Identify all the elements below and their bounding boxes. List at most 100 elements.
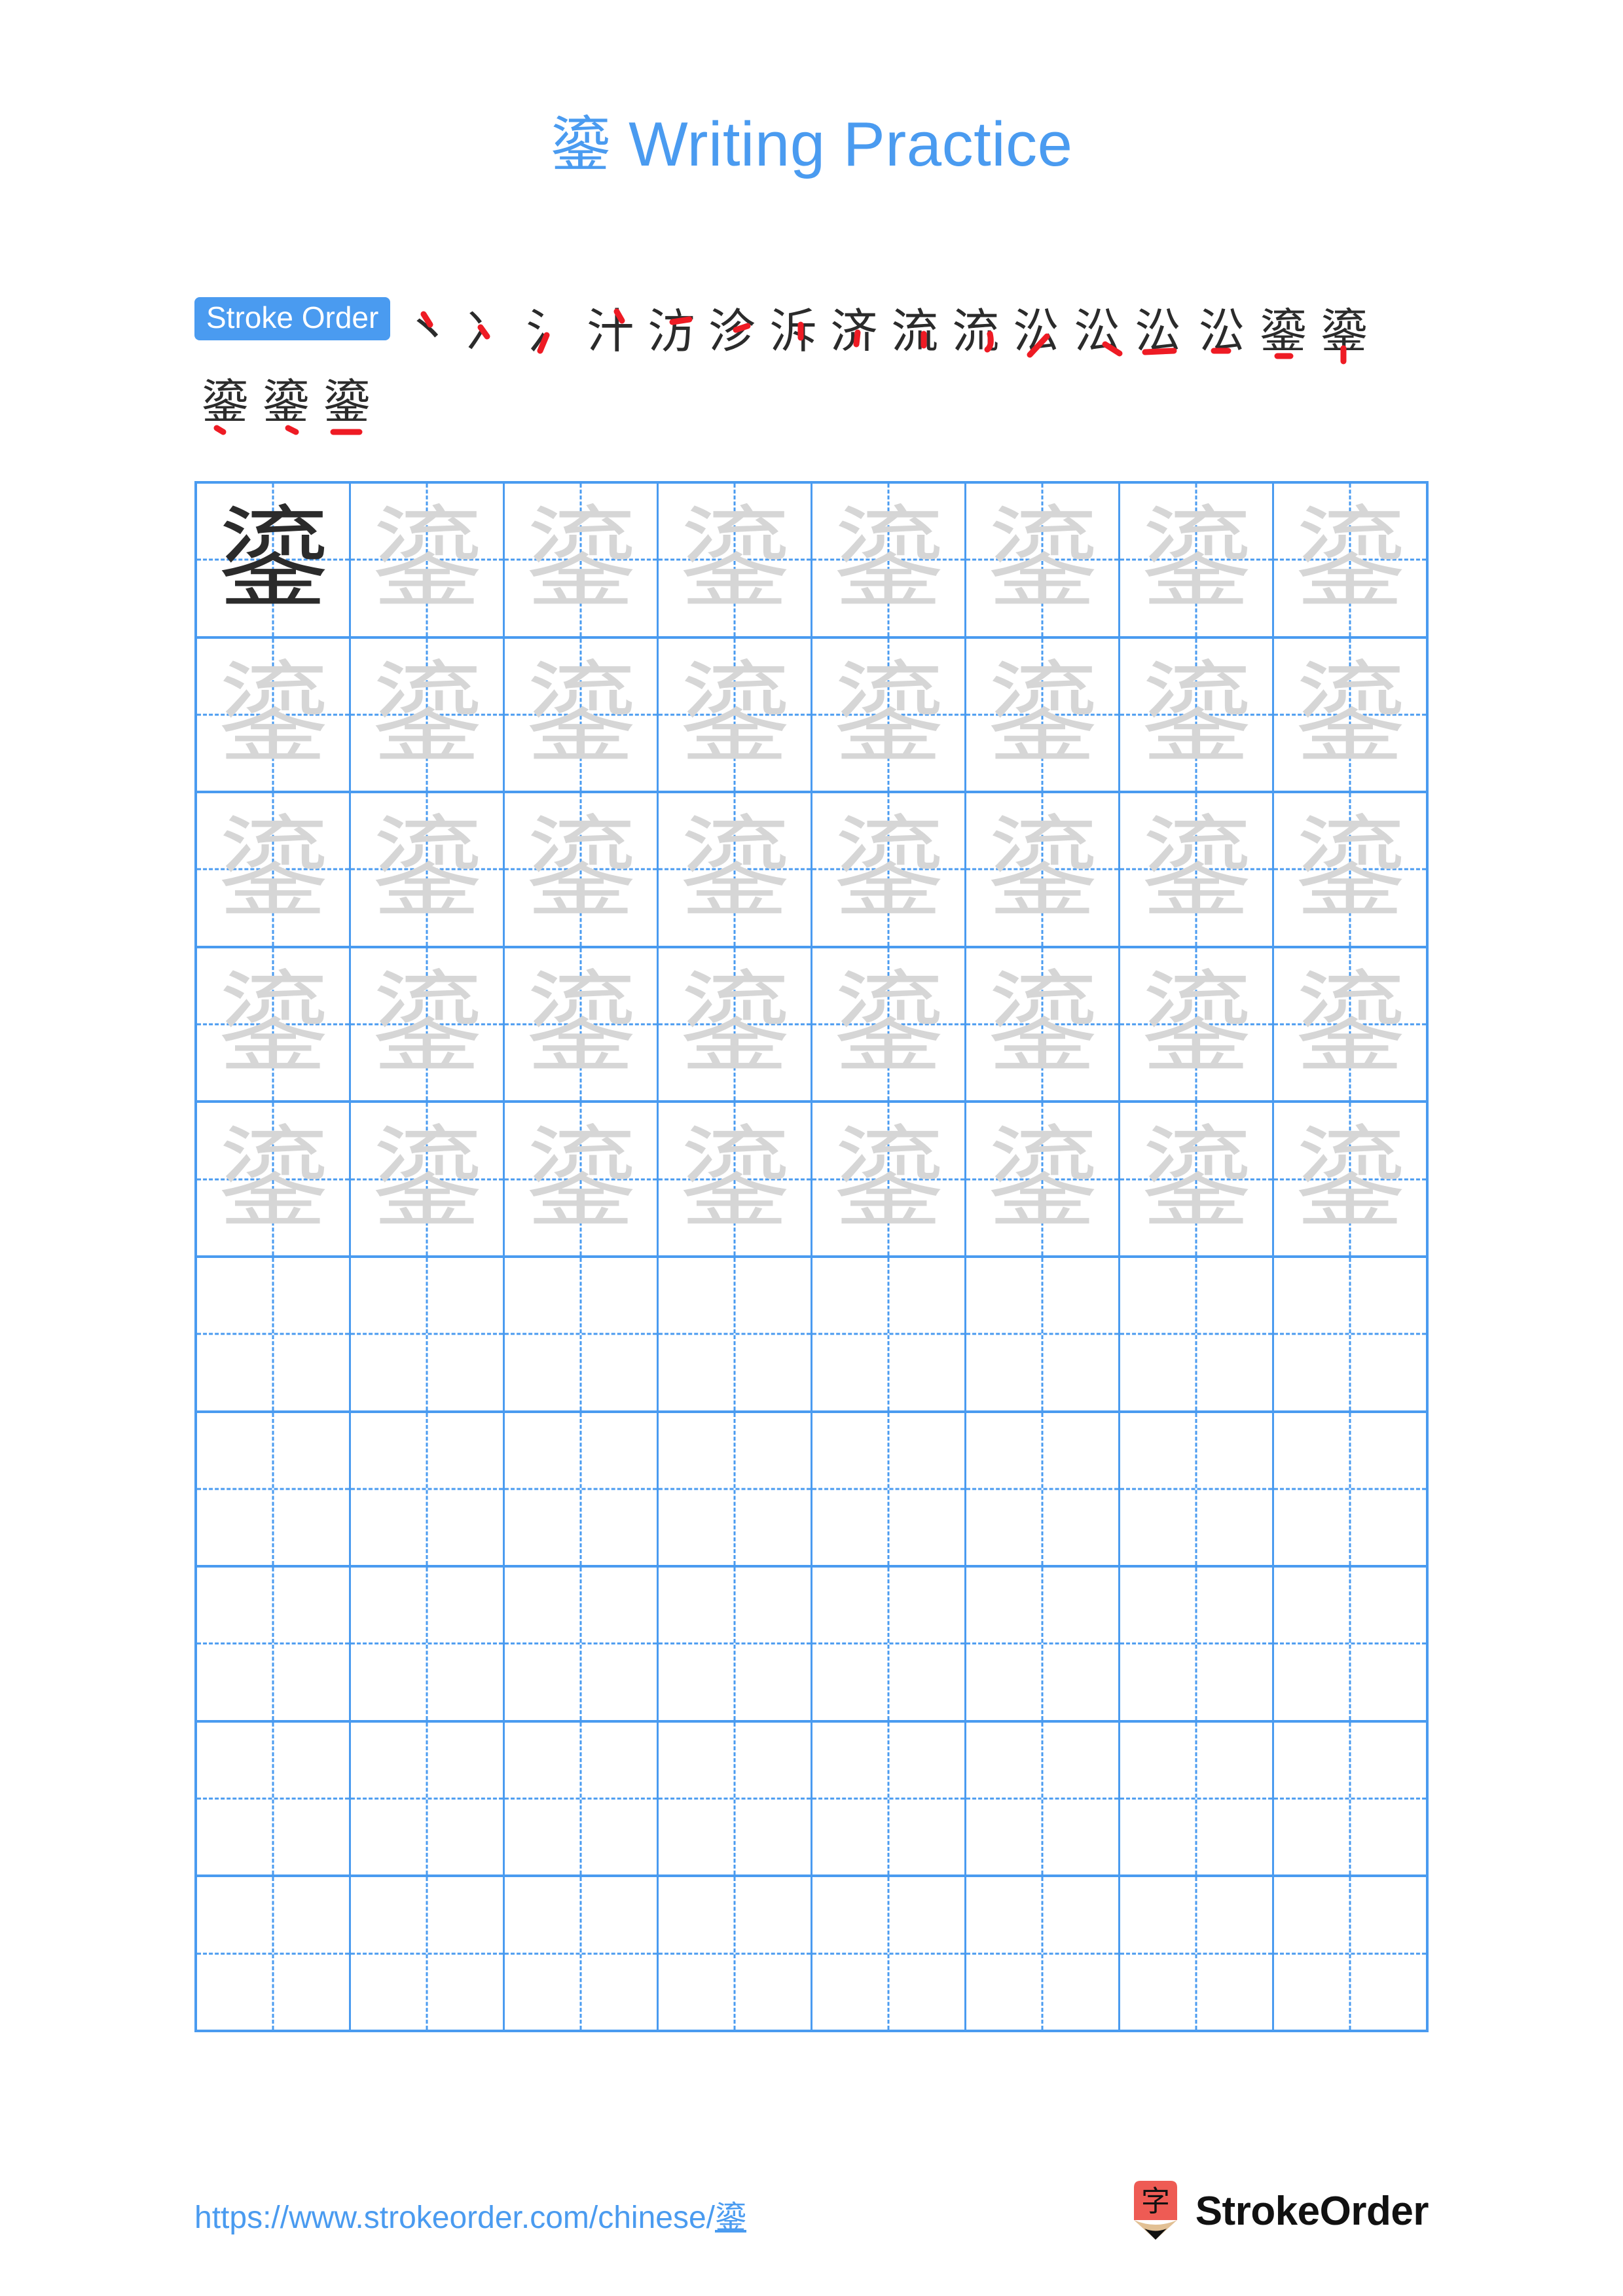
practice-cell[interactable]: 鎏 (1120, 948, 1274, 1101)
practice-cell[interactable]: 鎏 (505, 638, 659, 791)
trace-character: 鎏 (986, 1114, 1098, 1244)
practice-cell[interactable] (197, 1722, 351, 1875)
stroke-order-step-glyph: 鎏 (323, 374, 371, 429)
practice-cell[interactable] (1274, 1722, 1426, 1875)
practice-cell[interactable]: 鎏 (197, 638, 351, 791)
stroke-order-step: 鎏 (1252, 296, 1313, 367)
practice-cell[interactable]: 鎏 (659, 793, 812, 946)
practice-cell[interactable]: 鎏 (351, 948, 505, 1101)
practice-cell[interactable] (1274, 1568, 1426, 1720)
practice-cell[interactable]: 鎏 (1274, 793, 1426, 946)
practice-cell[interactable] (966, 1412, 1120, 1566)
trace-character: 鎏 (986, 804, 1098, 935)
practice-cell[interactable] (1120, 1568, 1274, 1720)
practice-cell[interactable] (812, 1568, 966, 1720)
practice-cell[interactable]: 鎏 (351, 793, 505, 946)
practice-cell[interactable] (505, 1877, 659, 2030)
practice-cell[interactable] (505, 1568, 659, 1720)
practice-cell[interactable] (659, 1412, 812, 1566)
practice-cell[interactable] (1120, 1412, 1274, 1566)
stroke-order-step: 丶 (397, 296, 458, 367)
practice-cell[interactable]: 鎏 (1274, 484, 1426, 636)
practice-cell[interactable] (812, 1257, 966, 1410)
practice-cell[interactable]: 鎏 (812, 638, 966, 791)
practice-cell[interactable]: 鎏 (1120, 1103, 1274, 1255)
practice-cell[interactable]: 鎏 (1120, 793, 1274, 946)
practice-cell[interactable] (659, 1257, 812, 1410)
practice-cell[interactable]: 鎏 (505, 484, 659, 636)
practice-cell[interactable]: 鎏 (812, 1103, 966, 1255)
practice-cell[interactable] (505, 1412, 659, 1566)
practice-cell[interactable] (659, 1722, 812, 1875)
practice-cell[interactable] (1120, 1257, 1274, 1410)
practice-cell[interactable] (659, 1877, 812, 2030)
practice-cell[interactable]: 鎏 (505, 948, 659, 1101)
practice-cell[interactable]: 鎏 (812, 484, 966, 636)
practice-cell[interactable] (966, 1722, 1120, 1875)
trace-character: 鎏 (1140, 649, 1252, 780)
practice-cell[interactable] (351, 1722, 505, 1875)
practice-cell[interactable] (351, 1568, 505, 1720)
practice-cell[interactable]: 鎏 (1274, 948, 1426, 1101)
stroke-order-badge: Stroke Order (194, 297, 391, 340)
practice-cell[interactable]: 鎏 (197, 1103, 351, 1255)
practice-cell[interactable] (197, 1568, 351, 1720)
practice-cell[interactable] (505, 1257, 659, 1410)
cell-horizontal-guide (197, 1642, 349, 1645)
practice-cell[interactable] (812, 1877, 966, 2030)
practice-cell[interactable]: 鎏 (966, 638, 1120, 791)
practice-cell[interactable]: 鎏 (1120, 484, 1274, 636)
practice-cell[interactable]: 鎏 (812, 793, 966, 946)
stroke-order-step-glyph: 㳂 (1013, 304, 1061, 359)
practice-cell[interactable] (1274, 1877, 1426, 2030)
stroke-order-step-glyph: 济 (830, 304, 878, 359)
practice-cell[interactable]: 鎏 (966, 484, 1120, 636)
practice-cell[interactable] (1120, 1877, 1274, 2030)
practice-cell[interactable] (197, 1877, 351, 2030)
practice-cell[interactable]: 鎏 (351, 1103, 505, 1255)
practice-cell[interactable] (812, 1412, 966, 1566)
practice-cell[interactable] (505, 1722, 659, 1875)
practice-cell[interactable]: 鎏 (659, 1103, 812, 1255)
practice-cell[interactable]: 鎏 (966, 1103, 1120, 1255)
trace-character: 鎏 (678, 649, 790, 780)
practice-cell[interactable] (197, 1412, 351, 1566)
practice-cell[interactable]: 鎏 (197, 484, 351, 636)
practice-cell[interactable]: 鎏 (1120, 638, 1274, 791)
cell-horizontal-guide (1274, 1797, 1426, 1800)
practice-cell[interactable]: 鎏 (966, 948, 1120, 1101)
practice-cell[interactable]: 鎏 (966, 793, 1120, 946)
practice-cell[interactable]: 鎏 (812, 948, 966, 1101)
practice-cell[interactable] (197, 1257, 351, 1410)
practice-cell[interactable] (351, 1257, 505, 1410)
practice-cell[interactable] (966, 1568, 1120, 1720)
practice-grid-row: 鎏鎏鎏鎏鎏鎏鎏鎏 (197, 793, 1426, 948)
practice-cell[interactable] (966, 1877, 1120, 2030)
practice-cell[interactable] (812, 1722, 966, 1875)
practice-cell[interactable]: 鎏 (351, 638, 505, 791)
practice-cell[interactable]: 鎏 (197, 948, 351, 1101)
practice-cell[interactable] (1274, 1412, 1426, 1566)
practice-cell[interactable] (351, 1877, 505, 2030)
practice-cell[interactable]: 鎏 (1274, 638, 1426, 791)
trace-character: 鎏 (986, 495, 1098, 625)
cell-horizontal-guide (1120, 1333, 1272, 1335)
practice-cell[interactable] (966, 1257, 1120, 1410)
cell-horizontal-guide (659, 1488, 811, 1490)
source-url-link[interactable]: https://www.strokeorder.com/chinese/鎏 (194, 2191, 746, 2237)
trace-character: 鎏 (371, 804, 483, 935)
practice-cell[interactable]: 鎏 (1274, 1103, 1426, 1255)
practice-cell[interactable]: 鎏 (197, 793, 351, 946)
practice-cell[interactable] (659, 1568, 812, 1720)
practice-cell[interactable]: 鎏 (351, 484, 505, 636)
practice-cell[interactable]: 鎏 (505, 793, 659, 946)
practice-cell[interactable]: 鎏 (659, 484, 812, 636)
practice-cell[interactable]: 鎏 (659, 948, 812, 1101)
practice-cell[interactable] (1274, 1257, 1426, 1410)
practice-cell[interactable]: 鎏 (505, 1103, 659, 1255)
practice-cell[interactable]: 鎏 (659, 638, 812, 791)
cell-horizontal-guide (1120, 1797, 1272, 1800)
stroke-order-step: 㳂 (1006, 296, 1067, 367)
practice-cell[interactable] (1120, 1722, 1274, 1875)
practice-cell[interactable] (351, 1412, 505, 1566)
